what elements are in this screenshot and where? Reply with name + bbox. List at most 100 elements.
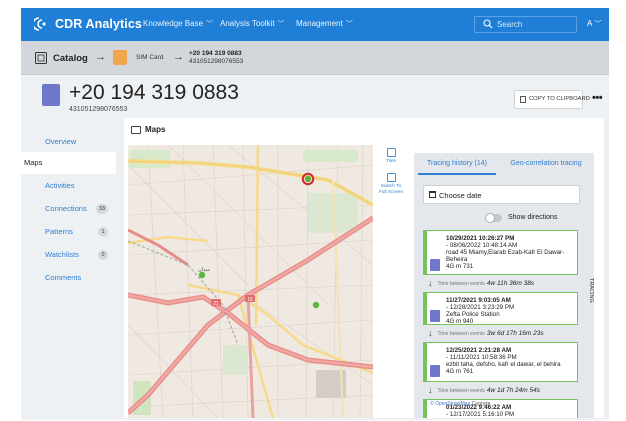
sidebar-item-label: Maps bbox=[24, 158, 43, 167]
breadcrumb-sim-card[interactable]: SIM Card bbox=[136, 54, 163, 61]
gap-label: Time between events bbox=[437, 281, 485, 287]
chevron-down-icon: ﹀ bbox=[206, 21, 214, 28]
tracing-panel: Tracing history (14) Geo-correlation tra… bbox=[414, 153, 594, 418]
search-icon bbox=[483, 19, 493, 29]
count-badge: 33 bbox=[95, 204, 108, 214]
event-tech: 4G m 761 bbox=[446, 368, 474, 375]
openstreetmap-link[interactable]: © OpenStreetMap bbox=[430, 401, 470, 407]
map-canvas: 21 16 ميدان bbox=[128, 145, 373, 418]
copy-to-clipboard-button[interactable]: COPY TO CLIPBOARD bbox=[514, 90, 590, 109]
section-title: Maps bbox=[145, 125, 166, 134]
date-picker[interactable]: Choose date bbox=[423, 185, 580, 204]
tool-label: Tiles bbox=[386, 159, 396, 164]
map-view[interactable]: 21 16 ميدان bbox=[128, 145, 373, 418]
time-gap: ↓ Time between events 4w 1d 7h 24m 54s bbox=[428, 385, 540, 395]
breadcrumb-msisdn: +20 194 319 0883 bbox=[189, 50, 242, 57]
maps-panel: Maps 21 16 ميدان Tiles Switch To Full Sc… bbox=[124, 118, 604, 418]
tiles-icon bbox=[386, 148, 396, 157]
calendar-icon bbox=[429, 191, 436, 198]
sim-card-icon bbox=[42, 84, 60, 106]
sidebar-item-label: Overview bbox=[45, 137, 77, 146]
catalog-icon bbox=[35, 52, 47, 64]
nav-analysis-toolkit[interactable]: Analysis Toolkit ﹀ bbox=[220, 19, 285, 29]
nav-item-label: Management bbox=[296, 19, 343, 28]
chevron-down-icon: ﹀ bbox=[277, 21, 285, 28]
top-navbar: CDR Analytics Knowledge Base ﹀ Analysis T… bbox=[21, 8, 609, 41]
sim-card-icon bbox=[430, 310, 440, 322]
page-subtitle-imsi: 431051298076553 bbox=[69, 106, 128, 113]
nav-item-label: Analysis Toolkit bbox=[220, 19, 275, 28]
sidebar-item-label: Patterns bbox=[45, 227, 73, 236]
sim-card-icon bbox=[113, 50, 127, 65]
copy-icon bbox=[520, 96, 526, 103]
map-attribution: © OpenStreetMap Cognyte bbox=[430, 401, 490, 407]
attribution-brand: Cognyte bbox=[471, 401, 491, 407]
gap-duration: 4w 11h 36m 38s bbox=[486, 280, 535, 287]
event-details: 12/25/2021 2:21:28 AM - 11/11/2021 10:58… bbox=[446, 347, 578, 375]
app-window: CDR Analytics Knowledge Base ﹀ Analysis T… bbox=[21, 8, 609, 420]
sidebar-item-connections[interactable]: Connections 33 bbox=[21, 198, 116, 220]
logo-icon bbox=[34, 17, 46, 31]
event-tech: 4G m 731 bbox=[446, 263, 474, 270]
sidebar-item-label: Watchlists bbox=[45, 250, 79, 259]
tiles-button[interactable]: Tiles bbox=[377, 148, 405, 165]
tracing-event-card[interactable]: 11/27/2021 9:03:05 AM - 12/28/2021 3:23:… bbox=[423, 292, 578, 325]
breadcrumb-catalog-link[interactable]: Catalog bbox=[53, 53, 88, 64]
event-details: 10/29/2021 10:26:27 PM - 08/06/2022 10:4… bbox=[446, 235, 578, 270]
tracing-side-tab[interactable]: TRACING bbox=[588, 278, 594, 303]
map-tools: Tiles Switch To Full Screen bbox=[377, 148, 405, 196]
event-end-time: - 11/11/2021 10:58:36 PM bbox=[446, 354, 517, 361]
app-title: CDR Analytics bbox=[55, 17, 142, 31]
map-road-label: 16 bbox=[247, 297, 253, 303]
event-details: 11/27/2021 9:03:05 AM - 12/28/2021 3:23:… bbox=[446, 297, 578, 325]
tab-geo-correlation[interactable]: Geo-correlation tracing bbox=[502, 153, 590, 175]
more-options-button[interactable]: ••• bbox=[592, 92, 603, 104]
sidebar-item-label: Activities bbox=[45, 181, 75, 190]
map-road-label: 21 bbox=[213, 301, 219, 307]
event-start-time: 11/27/2021 9:03:05 AM bbox=[446, 297, 511, 304]
nav-knowledge-base[interactable]: Knowledge Base ﹀ bbox=[143, 19, 213, 29]
full-screen-button[interactable]: Switch To Full Screen bbox=[377, 173, 405, 196]
gap-label: Time between events bbox=[437, 331, 485, 337]
tab-tracing-history[interactable]: Tracing history (14) bbox=[418, 153, 496, 175]
gap-duration: 4w 1d 7h 24m 54s bbox=[486, 387, 540, 394]
time-gap: ↓ Time between events 4w 11h 36m 38s bbox=[428, 278, 534, 288]
show-directions-label: Show directions bbox=[508, 214, 558, 221]
nav-management[interactable]: Management ﹀ bbox=[296, 19, 353, 29]
sidebar-item-patterns[interactable]: Patterns 1 bbox=[21, 221, 116, 243]
arrow-right-icon: → bbox=[173, 51, 184, 63]
arrow-right-icon: → bbox=[95, 51, 106, 63]
user-menu-button[interactable]: A ﹀ bbox=[587, 19, 601, 29]
page-title: +20 194 319 0883 bbox=[69, 81, 239, 104]
sidebar-item-label: Connections bbox=[45, 204, 87, 213]
count-badge: 1 bbox=[98, 227, 108, 237]
tracing-event-card[interactable]: 10/29/2021 10:26:27 PM - 08/06/2022 10:4… bbox=[423, 230, 578, 275]
event-address: Zefta Police Station bbox=[446, 311, 500, 318]
map-place-label: ميدان bbox=[198, 267, 210, 273]
arrow-down-icon: ↓ bbox=[428, 328, 433, 338]
event-end-time: - 12/17/2021 5:16:10 PM bbox=[446, 411, 515, 418]
event-address: road 45 Miamy,Elarab Ezab-Kafr El Dawar-… bbox=[446, 249, 565, 263]
event-start-time: 10/29/2021 10:26:27 PM bbox=[446, 235, 515, 242]
tracing-event-card[interactable]: 12/25/2021 2:21:28 AM - 11/11/2021 10:58… bbox=[423, 342, 578, 382]
arrow-down-icon: ↓ bbox=[428, 278, 433, 288]
sim-card-icon bbox=[430, 259, 440, 271]
sidebar-item-comments[interactable]: Comments bbox=[21, 267, 116, 289]
full-screen-icon bbox=[386, 173, 396, 182]
toggle-knob bbox=[485, 213, 495, 223]
chevron-down-icon: ﹀ bbox=[594, 21, 602, 28]
gap-label: Time between events bbox=[437, 388, 485, 394]
arrow-down-icon: ↓ bbox=[428, 385, 433, 395]
sidebar-item-overview[interactable]: Overview bbox=[21, 131, 116, 153]
sidebar-item-watchlists[interactable]: Watchlists 0 bbox=[21, 244, 116, 266]
search-placeholder: Search bbox=[497, 20, 523, 29]
event-tech: 4G m 940 bbox=[446, 318, 474, 325]
count-badge: 0 bbox=[98, 250, 108, 260]
breadcrumb-imsi: 431051298076553 bbox=[189, 58, 244, 65]
show-directions-toggle[interactable] bbox=[485, 213, 502, 223]
event-end-time: - 08/06/2022 10:48:14 AM bbox=[446, 242, 518, 249]
sidebar-item-maps[interactable]: Maps bbox=[21, 152, 116, 174]
sidebar-item-activities[interactable]: Activities bbox=[21, 175, 116, 197]
date-placeholder: Choose date bbox=[439, 191, 482, 200]
breadcrumb: Catalog → SIM Card → +20 194 319 0883 43… bbox=[21, 41, 609, 75]
